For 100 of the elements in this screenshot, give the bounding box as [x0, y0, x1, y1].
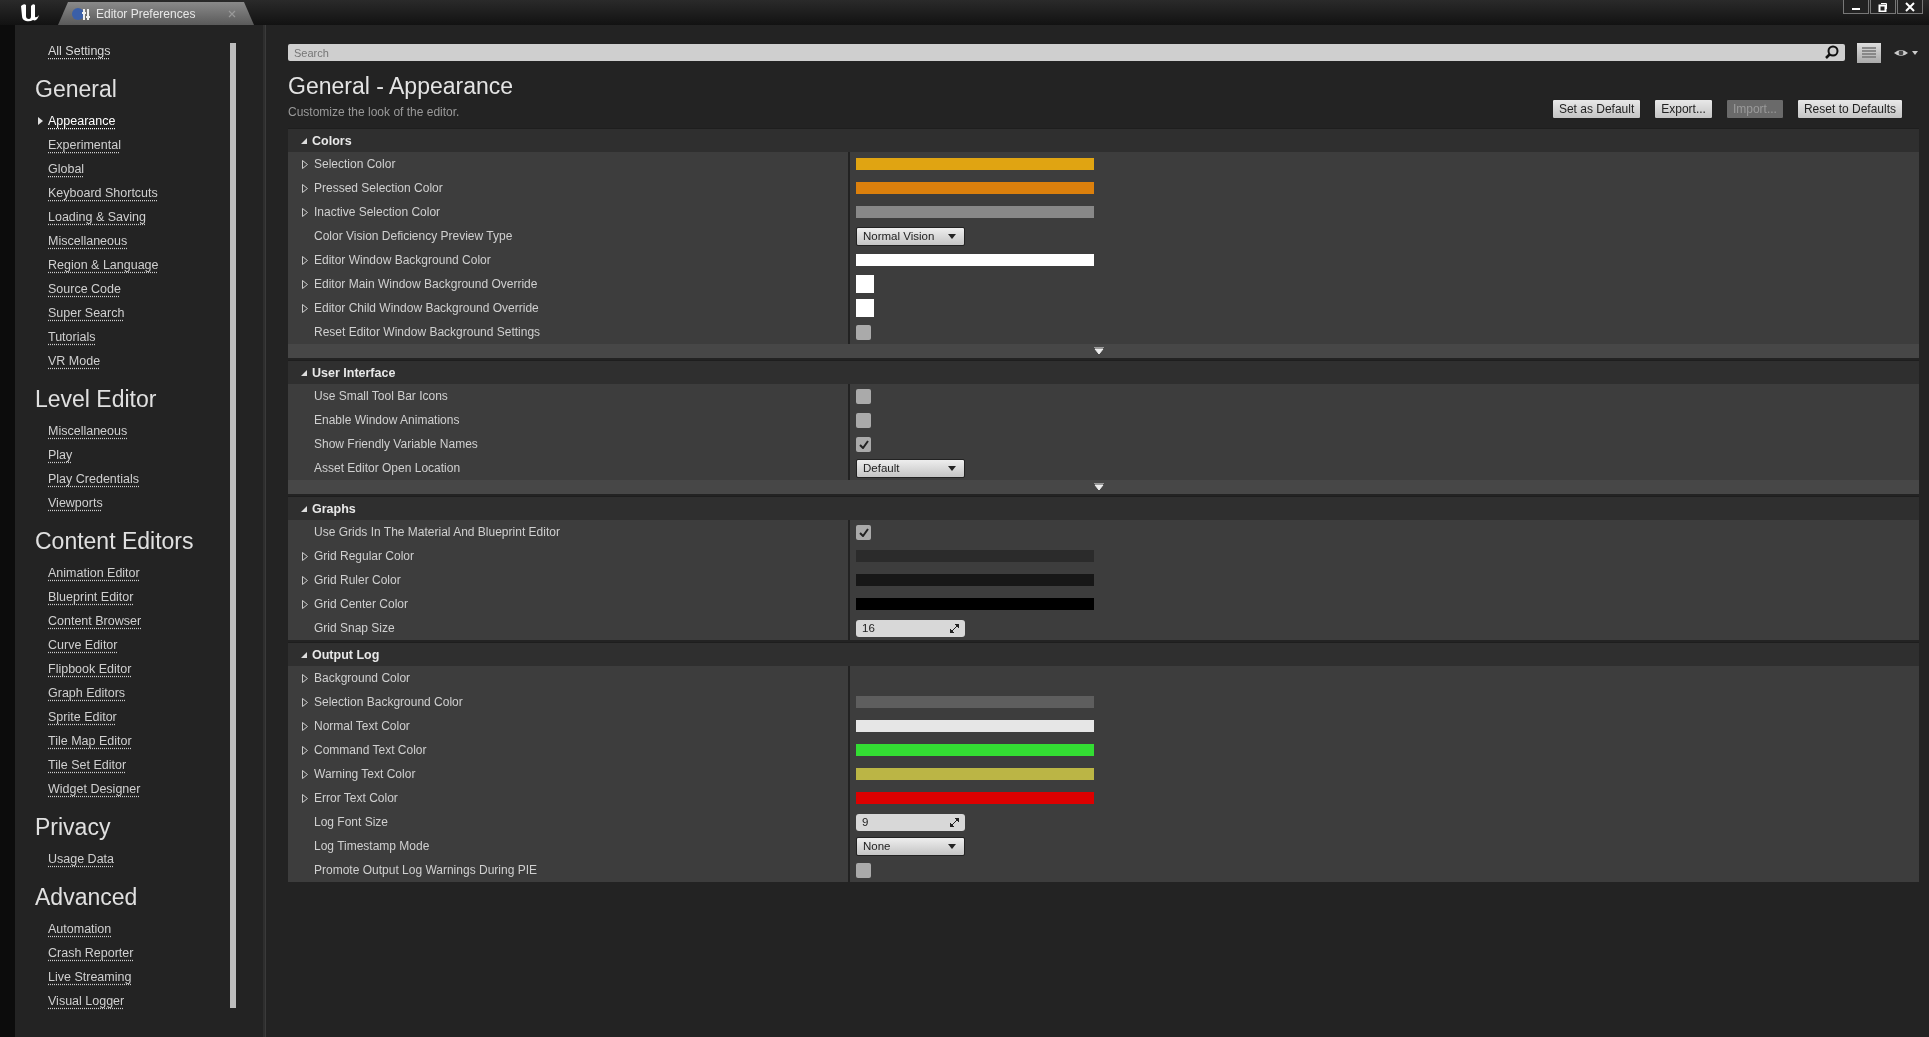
settings-link[interactable]: Keyboard Shortcuts	[48, 181, 158, 205]
color-bar[interactable]	[856, 598, 1094, 610]
color-bar[interactable]	[856, 720, 1094, 732]
settings-link[interactable]: Tutorials	[48, 325, 96, 349]
number-field[interactable]: 16	[856, 619, 965, 637]
color-bar[interactable]	[856, 182, 1094, 194]
settings-link[interactable]: Blueprint Editor	[48, 585, 134, 609]
settings-link[interactable]: Appearance	[48, 109, 116, 133]
show-advanced-arrow-icon[interactable]	[1094, 483, 1104, 491]
category-header[interactable]: User Interface	[288, 360, 1919, 384]
color-bar[interactable]	[856, 254, 1094, 266]
settings-link[interactable]: Live Streaming	[48, 965, 132, 989]
collapse-arrow-icon[interactable]	[300, 368, 308, 377]
dropdown[interactable]: None	[856, 836, 965, 856]
collapse-arrow-icon[interactable]	[300, 650, 308, 659]
table-view-button[interactable]	[1857, 42, 1881, 63]
dropdown[interactable]: Normal Vision	[856, 226, 965, 246]
expand-arrow-icon[interactable]	[302, 303, 308, 313]
color-swatch[interactable]	[856, 275, 874, 293]
category-header[interactable]: Colors	[288, 128, 1919, 152]
expand-arrow-icon[interactable]	[302, 575, 308, 585]
expand-arrow-icon[interactable]	[302, 697, 308, 707]
property-label: Asset Editor Open Location	[314, 461, 461, 475]
settings-link[interactable]: Global	[48, 157, 85, 181]
expand-arrow-icon[interactable]	[302, 793, 308, 803]
settings-link[interactable]: Content Browser	[48, 609, 142, 633]
checkbox[interactable]	[856, 524, 871, 540]
all-settings-link[interactable]: All Settings	[48, 39, 111, 63]
settings-link[interactable]: Viewports	[48, 491, 103, 515]
checkbox[interactable]	[856, 324, 871, 340]
expand-arrow-icon[interactable]	[302, 255, 308, 265]
category-header[interactable]: Output Log	[288, 642, 1919, 666]
restore-button[interactable]	[1870, 0, 1896, 14]
color-bar[interactable]	[856, 574, 1094, 586]
color-bar[interactable]	[856, 696, 1094, 708]
category-header[interactable]: Graphs	[288, 496, 1919, 520]
collapse-arrow-icon[interactable]	[300, 136, 308, 145]
settings-link[interactable]: Curve Editor	[48, 633, 118, 657]
expand-arrow-icon[interactable]	[302, 207, 308, 217]
action-button[interactable]: Export...	[1654, 99, 1713, 119]
settings-link[interactable]: Animation Editor	[48, 561, 140, 585]
color-bar[interactable]	[856, 158, 1094, 170]
expand-arrow-icon[interactable]	[302, 673, 308, 683]
settings-link[interactable]: Super Search	[48, 301, 125, 325]
settings-link[interactable]: Miscellaneous	[48, 229, 128, 253]
property-label: Inactive Selection Color	[314, 205, 441, 219]
search-icon	[1825, 45, 1839, 59]
color-bar[interactable]	[856, 206, 1094, 218]
property-label: Grid Snap Size	[314, 621, 395, 635]
editor-preferences-tab[interactable]: Editor Preferences	[58, 2, 254, 25]
checkbox[interactable]	[856, 436, 871, 452]
settings-link[interactable]: Miscellaneous	[48, 419, 128, 443]
dropdown[interactable]: Default	[856, 458, 965, 478]
minimize-button[interactable]	[1843, 0, 1869, 14]
expand-arrow-icon[interactable]	[302, 745, 308, 755]
expand-arrow-icon[interactable]	[302, 159, 308, 169]
settings-link[interactable]: Automation	[48, 917, 112, 941]
close-button[interactable]	[1897, 0, 1923, 14]
scrollbar[interactable]	[230, 43, 236, 1008]
settings-link[interactable]: Source Code	[48, 277, 121, 301]
settings-link[interactable]: Tile Map Editor	[48, 729, 132, 753]
color-bar[interactable]	[856, 744, 1094, 756]
color-bar[interactable]	[856, 768, 1094, 780]
show-advanced-arrow-icon[interactable]	[1094, 347, 1104, 355]
number-field[interactable]: 9	[856, 813, 965, 831]
settings-link[interactable]: Widget Designer	[48, 777, 141, 801]
action-button[interactable]: Reset to Defaults	[1796, 99, 1903, 119]
settings-link[interactable]: Crash Reporter	[48, 941, 134, 965]
property-label: Use Small Tool Bar Icons	[314, 389, 448, 403]
expand-arrow-icon[interactable]	[302, 721, 308, 731]
settings-link[interactable]: Usage Data	[48, 847, 114, 871]
property-label: Editor Child Window Background Override	[314, 301, 539, 315]
settings-link[interactable]: Region & Language	[48, 253, 159, 277]
settings-link[interactable]: Sprite Editor	[48, 705, 117, 729]
checkbox[interactable]	[856, 388, 871, 404]
settings-link[interactable]: Visual Logger	[48, 989, 125, 1013]
property-label: Selection Color	[314, 157, 396, 171]
search-field[interactable]: Search	[288, 44, 1845, 61]
settings-link[interactable]: Experimental	[48, 133, 121, 157]
expand-arrow-icon[interactable]	[302, 599, 308, 609]
checkbox[interactable]	[856, 862, 871, 878]
settings-link[interactable]: Play	[48, 443, 73, 467]
checkbox[interactable]	[856, 412, 871, 428]
expand-arrow-icon[interactable]	[302, 769, 308, 779]
category-heading: Level Editor	[35, 385, 157, 414]
property-label: Grid Ruler Color	[314, 573, 401, 587]
expand-arrow-icon[interactable]	[302, 279, 308, 289]
settings-link[interactable]: Play Credentials	[48, 467, 139, 491]
settings-link[interactable]: VR Mode	[48, 349, 101, 373]
settings-link[interactable]: Loading & Saving	[48, 205, 146, 229]
settings-link[interactable]: Flipbook Editor	[48, 657, 132, 681]
settings-link[interactable]: Tile Set Editor	[48, 753, 127, 777]
expand-arrow-icon[interactable]	[302, 183, 308, 193]
expand-arrow-icon[interactable]	[302, 551, 308, 561]
action-button[interactable]: Set as Default	[1551, 99, 1642, 119]
collapse-arrow-icon[interactable]	[300, 504, 308, 513]
property-label: Pressed Selection Color	[314, 181, 443, 195]
color-swatch[interactable]	[856, 299, 874, 317]
color-bar[interactable]	[856, 792, 1094, 804]
settings-link[interactable]: Graph Editors	[48, 681, 126, 705]
